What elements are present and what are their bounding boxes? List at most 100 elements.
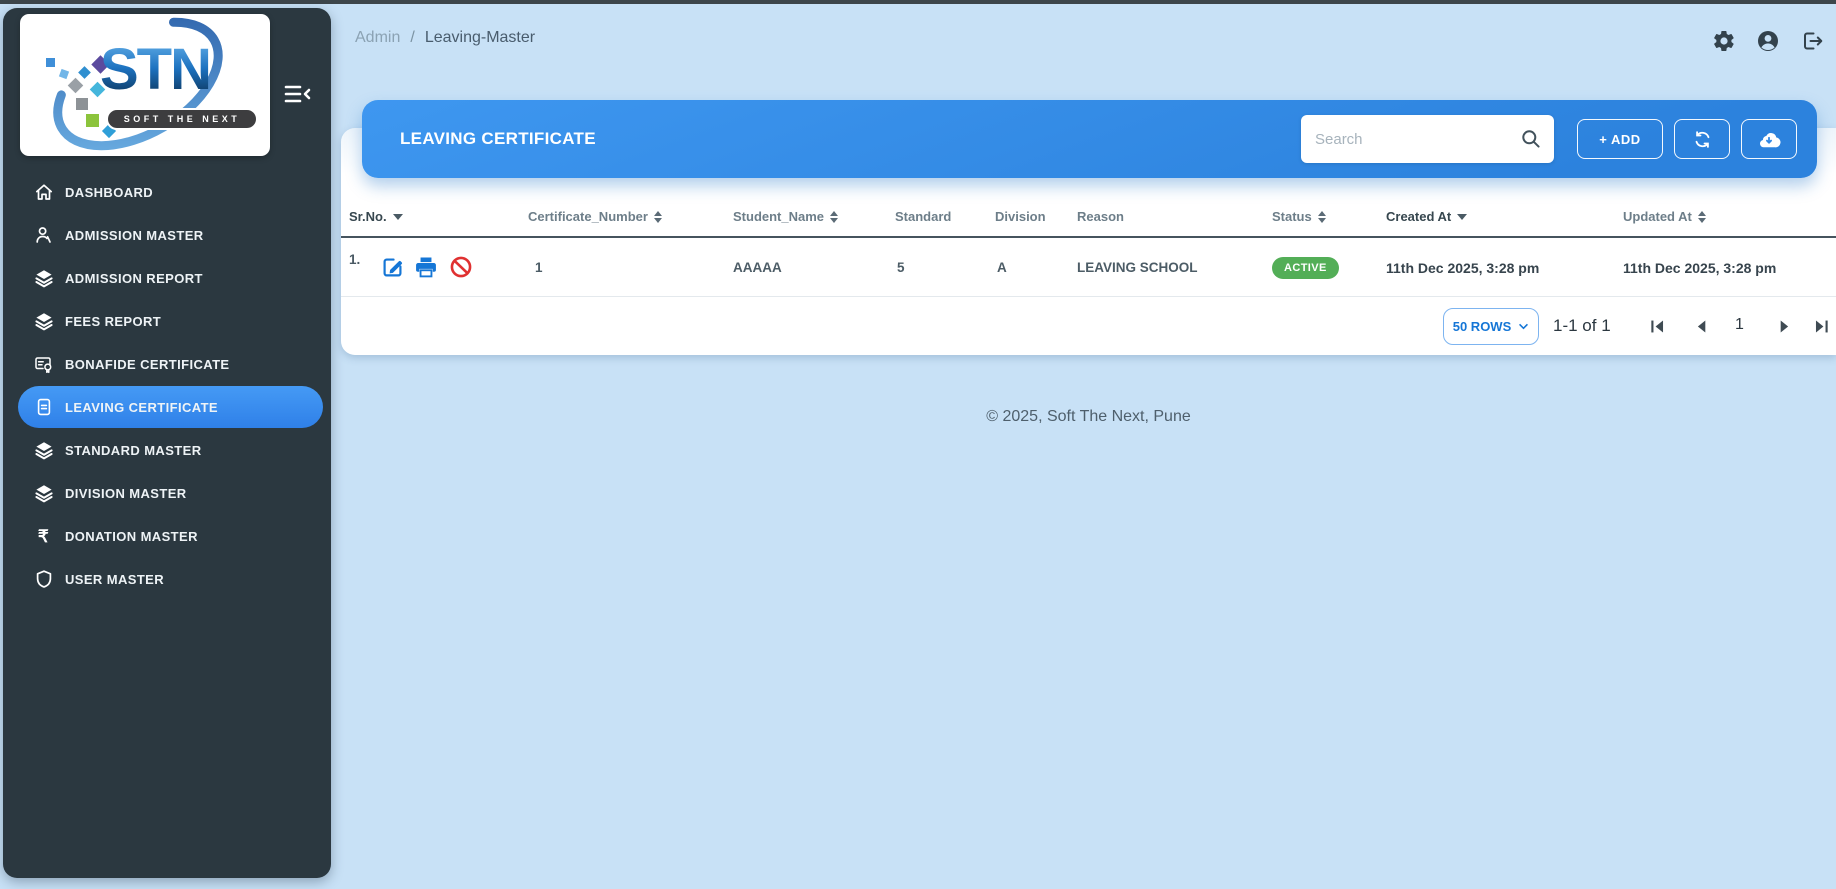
column-header-certificate-number[interactable]: Certificate_Number (528, 195, 662, 238)
search-box (1301, 115, 1554, 163)
sidebar-item-label: ADMISSION MASTER (65, 227, 204, 243)
sidebar-item-label: STANDARD MASTER (65, 442, 202, 458)
pagination-range: 1-1 of 1 (1553, 316, 1611, 335)
sidebar-item-label: LEAVING CERTIFICATE (65, 399, 219, 415)
column-label: Division (995, 209, 1046, 224)
cell-status: ACTIVE (1272, 238, 1339, 297)
sidebar-item-label: FEES REPORT (65, 313, 162, 329)
column-label: Status (1272, 209, 1312, 224)
sidebar-item-standard-master[interactable]: STANDARD MASTER (18, 429, 323, 471)
sort-icon (1697, 210, 1706, 223)
cell-division: A (997, 260, 1007, 275)
sidebar-item-division-master[interactable]: DIVISION MASTER (18, 472, 323, 514)
cell-updated-at: 11th Dec 2025, 3:28 pm (1623, 259, 1777, 276)
document-icon (33, 397, 54, 418)
block-icon[interactable] (449, 255, 473, 279)
column-header-reason[interactable]: Reason (1077, 195, 1124, 238)
cloud-download-icon (1757, 127, 1781, 151)
column-label: Certificate_Number (528, 209, 648, 224)
column-header-division[interactable]: Division (995, 195, 1046, 238)
logo-square (76, 98, 88, 110)
sidebar-menu: DASHBOARD ADMISSION MASTER ADMISSION REP… (3, 171, 331, 601)
cell-certificate-number: 1 (535, 260, 543, 275)
current-page-number[interactable]: 1 (1735, 316, 1744, 334)
export-button[interactable] (1741, 119, 1797, 159)
sidebar-item-label: ADMISSION REPORT (65, 270, 203, 286)
refresh-icon (1693, 130, 1712, 149)
add-button[interactable]: + ADD (1577, 119, 1663, 159)
sidebar-item-label: DIVISION MASTER (65, 485, 187, 501)
column-header-created-at[interactable]: Created At (1386, 195, 1468, 238)
column-label: Reason (1077, 209, 1124, 224)
sort-icon (653, 210, 662, 223)
layers-icon (33, 440, 54, 461)
layers-icon (33, 311, 54, 332)
column-header-standard[interactable]: Standard (895, 195, 951, 238)
menu-collapse-icon[interactable] (281, 80, 315, 108)
logo-square (46, 58, 55, 67)
sidebar-item-admission-report[interactable]: ADMISSION REPORT (18, 257, 323, 299)
sidebar-item-label: USER MASTER (65, 571, 165, 587)
sidebar-item-fees-report[interactable]: FEES REPORT (18, 300, 323, 342)
sidebar: STN SOFT THE NEXT DASHBOARD ADMISSION MA… (3, 8, 331, 878)
breadcrumb-page: Leaving-Master (424, 29, 536, 46)
logo-text: STN (100, 37, 212, 102)
column-label: Sr.No. (349, 209, 387, 224)
sort-desc-icon (392, 213, 403, 220)
sidebar-item-leaving-certificate[interactable]: LEAVING CERTIFICATE (18, 386, 323, 428)
copyright-footer: © 2025, Soft The Next, Pune (986, 408, 1191, 425)
gear-icon[interactable] (1712, 29, 1736, 53)
edit-icon[interactable] (381, 255, 405, 279)
sidebar-item-label: DONATION MASTER (65, 528, 198, 544)
search-icon[interactable] (1520, 128, 1542, 150)
breadcrumb-section[interactable]: Admin (355, 29, 400, 47)
logo-square (86, 114, 99, 127)
logout-icon[interactable] (1800, 29, 1824, 53)
breadcrumb: Admin / Leaving-Master (355, 29, 535, 47)
sidebar-item-bonafide-certificate[interactable]: BONAFIDE CERTIFICATE (18, 343, 323, 385)
logo-tagline: SOFT THE NEXT (106, 108, 258, 130)
table-row: 1. 1 AAAAA 5 A LEAVING SCHOOL ACTIVE 11t… (341, 238, 1836, 297)
previous-page-icon[interactable] (1693, 318, 1710, 335)
sidebar-item-user-master[interactable]: USER MASTER (18, 558, 323, 600)
rows-per-page-select[interactable]: 50 ROWS (1443, 308, 1539, 345)
account-icon[interactable] (1756, 29, 1780, 53)
column-header-status[interactable]: Status (1272, 195, 1326, 238)
sidebar-item-admission-master[interactable]: ADMISSION MASTER (18, 214, 323, 256)
print-icon[interactable] (414, 255, 438, 279)
pagination: 50 ROWS 1-1 of 1 1 (341, 297, 1836, 355)
window-top-edge (0, 0, 1836, 4)
cell-standard: 5 (897, 260, 905, 275)
next-page-icon[interactable] (1776, 318, 1793, 335)
refresh-button[interactable] (1674, 119, 1730, 159)
sidebar-item-donation-master[interactable]: ₹ DONATION MASTER (18, 515, 323, 557)
sidebar-item-dashboard[interactable]: DASHBOARD (18, 171, 323, 213)
person-icon (33, 225, 54, 246)
cell-sr-no: 1. (349, 252, 361, 267)
layers-icon (33, 483, 54, 504)
last-page-icon[interactable] (1813, 318, 1830, 335)
sidebar-item-label: DASHBOARD (65, 184, 154, 200)
search-input[interactable] (1315, 130, 1520, 148)
layers-icon (33, 268, 54, 289)
first-page-icon[interactable] (1649, 318, 1666, 335)
cell-created-at: 11th Dec 2025, 3:28 pm (1386, 259, 1540, 276)
cell-student-name: AAAAA (733, 260, 782, 275)
table-header-row: Sr.No. Certificate_Number Student_Name S… (341, 195, 1836, 238)
column-header-student-name[interactable]: Student_Name (733, 195, 839, 238)
page-title: LEAVING CERTIFICATE (400, 129, 596, 148)
column-label: Student_Name (733, 209, 825, 224)
chevron-down-icon (1519, 323, 1529, 330)
topbar-icons (1712, 29, 1824, 53)
column-label: Created At (1386, 209, 1452, 224)
rows-per-page-label: 50 ROWS (1452, 319, 1512, 334)
status-badge: ACTIVE (1272, 256, 1339, 279)
column-header-updated-at[interactable]: Updated At (1623, 195, 1706, 238)
rupee-icon: ₹ (37, 526, 50, 546)
cell-reason: LEAVING SCHOOL (1077, 260, 1198, 275)
card-header-bar: LEAVING CERTIFICATE + ADD (362, 100, 1817, 178)
column-header-sr-no[interactable]: Sr.No. (349, 195, 403, 238)
add-button-label: + ADD (1599, 131, 1641, 147)
sort-icon (1317, 210, 1326, 223)
sort-desc-icon (1457, 213, 1468, 220)
